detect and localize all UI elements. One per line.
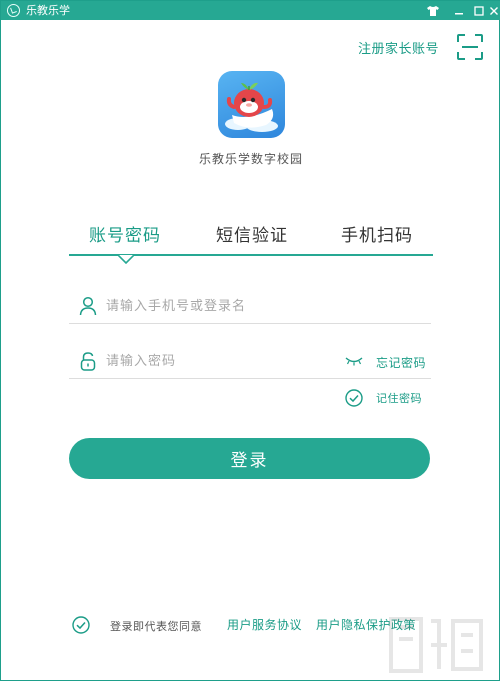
user-service-agreement-link[interactable]: 用户服务协议 — [227, 616, 302, 633]
agreement-text: 登录即代表您同意 — [110, 620, 202, 633]
title-bar: 乐教乐学 — [1, 1, 500, 20]
school-name: 乐教乐学数字校园 — [198, 152, 303, 166]
remember-password-checkbox-icon[interactable] — [345, 389, 363, 407]
username-input[interactable] — [106, 295, 346, 317]
username-field — [69, 290, 431, 324]
login-method-tabs: 账号密码 短信验证 手机扫码 — [69, 215, 433, 255]
mascot-icon — [225, 82, 278, 132]
app-logo-icon — [7, 4, 20, 17]
eye-closed-icon[interactable] — [345, 356, 363, 366]
tab-account-password[interactable]: 账号密码 — [89, 221, 161, 246]
login-window: 乐教乐学 注册家长账号 乐教乐学数字校园 账号密码 短信验证 手机扫码 请输入手… — [0, 0, 500, 681]
unlock-icon — [80, 352, 96, 371]
qr-scan-icon[interactable] — [456, 33, 484, 61]
forgot-password-link[interactable]: 忘记密码 — [376, 354, 426, 371]
window-title: 乐教乐学 — [26, 4, 70, 17]
active-tab-caret-icon — [118, 255, 134, 264]
privacy-policy-link[interactable]: 用户隐私保护政策 — [316, 616, 416, 633]
register-parent-account-link[interactable]: 注册家长账号 — [358, 38, 439, 57]
tab-phone-scan[interactable]: 手机扫码 — [341, 221, 413, 246]
password-input[interactable] — [106, 350, 346, 372]
skin-shirt-icon[interactable] — [421, 1, 445, 20]
agreement-checkbox-icon[interactable] — [72, 616, 90, 634]
remember-password-label[interactable]: 记住密码 — [376, 390, 422, 406]
app-logo — [218, 71, 285, 138]
close-button[interactable] — [487, 1, 500, 20]
tab-sms-verification[interactable]: 短信验证 — [216, 221, 288, 246]
login-button[interactable]: 登录 — [69, 438, 430, 479]
user-icon — [79, 296, 97, 316]
